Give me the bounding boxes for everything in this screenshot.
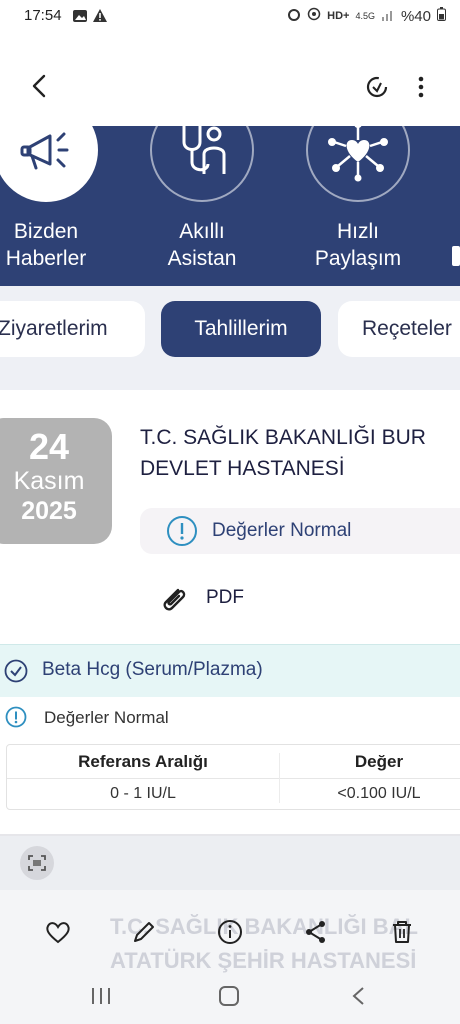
screenshot-capture-button[interactable] bbox=[20, 846, 54, 880]
details-button[interactable] bbox=[216, 918, 244, 946]
test-status-text: Değerler Normal bbox=[44, 708, 169, 727]
system-nav-bar bbox=[0, 970, 460, 1024]
reference-table: Referans Aralığı Değer 0 - 1 IU/L <0.100… bbox=[6, 744, 460, 810]
warning-icon bbox=[92, 8, 108, 28]
trash-icon bbox=[393, 921, 411, 943]
hotspot-icon bbox=[307, 7, 321, 25]
table-divider bbox=[7, 778, 460, 779]
status-pill: Değerler Normal bbox=[140, 508, 460, 554]
quick-action-assistant[interactable]: Akıllı Asistan bbox=[132, 126, 272, 272]
share-icon bbox=[306, 921, 325, 943]
hospital-name-line2: DEVLET HASTANESİ bbox=[140, 457, 345, 480]
table-header-value: Değer bbox=[354, 752, 404, 771]
stethoscope-icon bbox=[150, 126, 254, 202]
tab-lab-results[interactable]: Tahlillerim bbox=[161, 301, 321, 357]
date-day: 24 bbox=[28, 426, 70, 467]
scan-icon bbox=[28, 855, 46, 871]
status-bar: 17:54 HD+ 4.5G %40 bbox=[0, 0, 460, 32]
info-icon bbox=[218, 920, 242, 944]
favorite-button[interactable] bbox=[44, 918, 72, 946]
status-text: Değerler Normal bbox=[212, 520, 352, 541]
recent-apps-button[interactable] bbox=[90, 986, 112, 1011]
share-network-icon bbox=[306, 126, 410, 202]
table-cell-reference: 0 - 1 IU/L bbox=[110, 785, 176, 802]
more-options-button[interactable] bbox=[414, 74, 428, 105]
pdf-label: PDF bbox=[206, 587, 244, 608]
rotate-screen-icon bbox=[366, 76, 388, 98]
date-month: Kasım bbox=[13, 467, 85, 495]
info-icon bbox=[166, 515, 198, 552]
battery-level: %40 bbox=[400, 7, 431, 25]
quick-action-label: Bizden bbox=[13, 220, 79, 243]
quick-action-label: Haberler bbox=[5, 247, 87, 270]
tab-bar: Ziyaretlerim Tahlillerim Reçeteler bbox=[0, 286, 460, 390]
rotate-button[interactable] bbox=[364, 74, 390, 105]
quick-action-news[interactable]: Bizden Haberler bbox=[0, 126, 116, 272]
tab-visits[interactable]: Ziyaretlerim bbox=[0, 301, 145, 357]
quick-action-label: Paylaşım bbox=[314, 247, 402, 270]
edit-button[interactable] bbox=[130, 918, 158, 946]
share-button[interactable] bbox=[302, 918, 330, 946]
back-button[interactable] bbox=[26, 72, 54, 105]
test-status-row: Değerler Normal bbox=[0, 700, 460, 736]
hospital-name: T.C. SAĞLIK BAKANLIĞI BUR DEVLET HASTANE… bbox=[140, 422, 460, 484]
table-header-reference: Referans Aralığı bbox=[78, 752, 208, 771]
alarm-icon bbox=[287, 7, 301, 25]
status-right: HD+ 4.5G %40 bbox=[287, 7, 446, 25]
quick-action-partial bbox=[452, 246, 460, 266]
home-button[interactable] bbox=[218, 985, 240, 1012]
lab-result-card[interactable]: 24 Kasım 2025 T.C. SAĞLIK BAKANLIĞI BUR … bbox=[0, 390, 460, 642]
date-year: 2025 bbox=[21, 497, 77, 525]
battery-icon bbox=[437, 7, 446, 25]
app-bar bbox=[0, 32, 460, 126]
recents-icon bbox=[92, 988, 110, 1004]
screenshot-action-bar bbox=[0, 910, 460, 960]
table-cell-value: <0.100 IU/L bbox=[337, 785, 421, 802]
test-header[interactable]: Beta Hcg (Serum/Plazma) bbox=[0, 644, 460, 697]
back-nav-button[interactable] bbox=[348, 985, 370, 1012]
quick-action-label: Asistan bbox=[167, 247, 237, 270]
signal-icon bbox=[381, 8, 395, 25]
quick-actions-banner: Bizden Haberler Akıllı Asistan Hızlı Paylaş… bbox=[0, 126, 460, 286]
network-type: 4.5G bbox=[355, 11, 375, 21]
megaphone-icon bbox=[0, 126, 98, 202]
delete-button[interactable] bbox=[388, 918, 416, 946]
quick-action-label: Hızlı bbox=[337, 220, 379, 243]
heart-icon bbox=[46, 922, 70, 944]
tab-prescriptions[interactable]: Reçeteler bbox=[338, 301, 460, 357]
back-arrow-icon bbox=[32, 74, 46, 98]
chevron-left-icon bbox=[352, 987, 364, 1005]
image-icon bbox=[72, 9, 88, 28]
paperclip-icon bbox=[156, 582, 190, 621]
home-icon bbox=[219, 986, 239, 1006]
test-name: Beta Hcg (Serum/Plazma) bbox=[42, 659, 263, 680]
status-time: 17:54 bbox=[24, 7, 62, 24]
date-box: 24 Kasım 2025 bbox=[0, 418, 112, 544]
pencil-icon bbox=[134, 922, 154, 942]
quick-action-label: Akıllı bbox=[179, 220, 225, 243]
more-vertical-icon bbox=[418, 76, 424, 98]
quick-action-share[interactable]: Hızlı Paylaşım bbox=[288, 126, 428, 272]
hospital-name-line1: T.C. SAĞLIK BAKANLIĞI BUR bbox=[140, 426, 426, 449]
hd-plus-icon: HD+ bbox=[327, 10, 350, 22]
info-icon bbox=[5, 706, 27, 733]
check-circle-icon bbox=[4, 659, 28, 688]
